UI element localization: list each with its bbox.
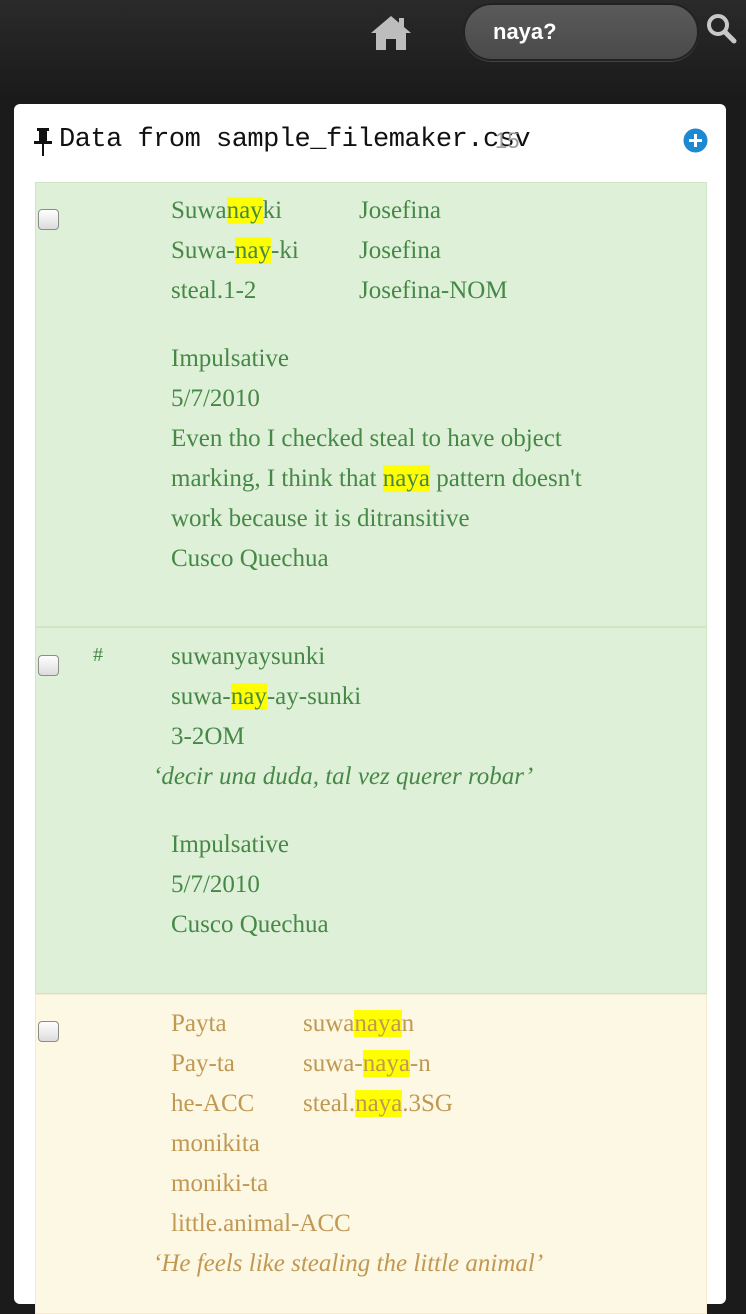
utterance-word: suwanayan	[303, 1008, 414, 1040]
search-highlight: nay	[234, 237, 271, 264]
word-text: ki	[262, 197, 283, 224]
search-highlight: naya	[382, 465, 430, 492]
datum-tag: Impulsative	[171, 345, 290, 372]
note-text: pattern doesn't	[429, 465, 582, 492]
gloss-word: he-ACC	[171, 1090, 255, 1117]
datum-language: Cusco Quechua	[171, 545, 329, 572]
word-text: suwa-	[303, 1050, 363, 1077]
entry-checkbox[interactable]	[38, 209, 59, 230]
top-navbar	[0, 0, 746, 100]
search-input[interactable]	[463, 3, 699, 61]
judgement-marker: #	[93, 644, 103, 666]
search-highlight: naya	[354, 1010, 402, 1037]
datum-date: 5/7/2010	[171, 385, 260, 412]
datum-note: marking, I think that naya pattern doesn…	[171, 463, 582, 495]
utterance-word: suwanyaysunki	[171, 643, 326, 670]
panel-header: Data from sample_filemaker.csv 15	[34, 124, 714, 164]
panel-title: Data from sample_filemaker.csv	[59, 125, 531, 155]
datum-entry: Payta suwanayan Pay-ta suwa-naya-n he-AC…	[35, 994, 707, 1314]
datum-entry: # suwanyaysunki suwa-nay-ay-sunki 3-2OM …	[35, 627, 707, 994]
morpheme-word: Pay-ta	[171, 1050, 235, 1077]
result-count: 15	[495, 128, 520, 153]
morpheme-word: suwa-nay-ay-sunki	[171, 681, 361, 713]
data-panel: Data from sample_filemaker.csv 15 Suwana…	[14, 104, 726, 1314]
morpheme-word: moniki-ta	[171, 1170, 269, 1197]
word-text: suwa	[303, 1010, 355, 1037]
datum-note: work because it is ditransitive	[171, 505, 470, 532]
gloss-word: 3-2OM	[171, 723, 245, 750]
translation: ‘decir una duda, tal vez querer robar’	[153, 763, 534, 790]
utterance-word: Payta	[171, 1010, 227, 1037]
gloss-word: steal.naya.3SG	[303, 1088, 453, 1120]
word-text: n	[401, 1010, 415, 1037]
entry-checkbox[interactable]	[38, 655, 59, 676]
morpheme-word: suwa-naya-n	[303, 1048, 431, 1080]
pushpin-icon	[34, 128, 52, 156]
datum-note: Even tho I checked steal to have object	[171, 425, 562, 452]
datum-language: Cusco Quechua	[171, 911, 329, 938]
word-text: suwa-	[171, 683, 231, 710]
word-text: .3SG	[402, 1090, 453, 1117]
gloss-word: Josefina-NOM	[359, 277, 508, 304]
search-highlight: naya	[362, 1050, 410, 1077]
word-text: -n	[409, 1050, 431, 1077]
word-text: steal.	[303, 1090, 356, 1117]
entry-checkbox[interactable]	[38, 1021, 59, 1042]
translation: ‘He feels like stealing the little anima…	[153, 1250, 544, 1277]
word-text: Suwa-	[171, 237, 235, 264]
utterance-word: monikita	[171, 1130, 260, 1157]
search-highlight: nay	[226, 197, 263, 224]
search-highlight: naya	[355, 1090, 403, 1117]
search-highlight: nay	[230, 683, 267, 710]
word-text: Suwa	[171, 197, 227, 224]
search-icon[interactable]	[705, 12, 737, 44]
note-text: marking, I think that	[171, 465, 383, 492]
utterance-word: Josefina	[359, 197, 441, 224]
utterance-word: Suwanayki	[171, 195, 282, 227]
datum-date: 5/7/2010	[171, 871, 260, 898]
home-icon[interactable]	[371, 16, 411, 50]
gloss-word: little.animal-ACC	[171, 1210, 351, 1237]
gloss-word: steal.1-2	[171, 277, 257, 304]
datum-tag: Impulsative	[171, 831, 290, 858]
morpheme-word: Josefina	[359, 237, 441, 264]
add-circle-icon[interactable]	[683, 128, 708, 153]
datum-entry: Suwanayki Josefina Suwa-nay-ki Josefina …	[35, 182, 707, 627]
morpheme-word: Suwa-nay-ki	[171, 235, 299, 267]
word-text: -ay-sunki	[266, 683, 362, 710]
word-text: -ki	[271, 237, 299, 264]
